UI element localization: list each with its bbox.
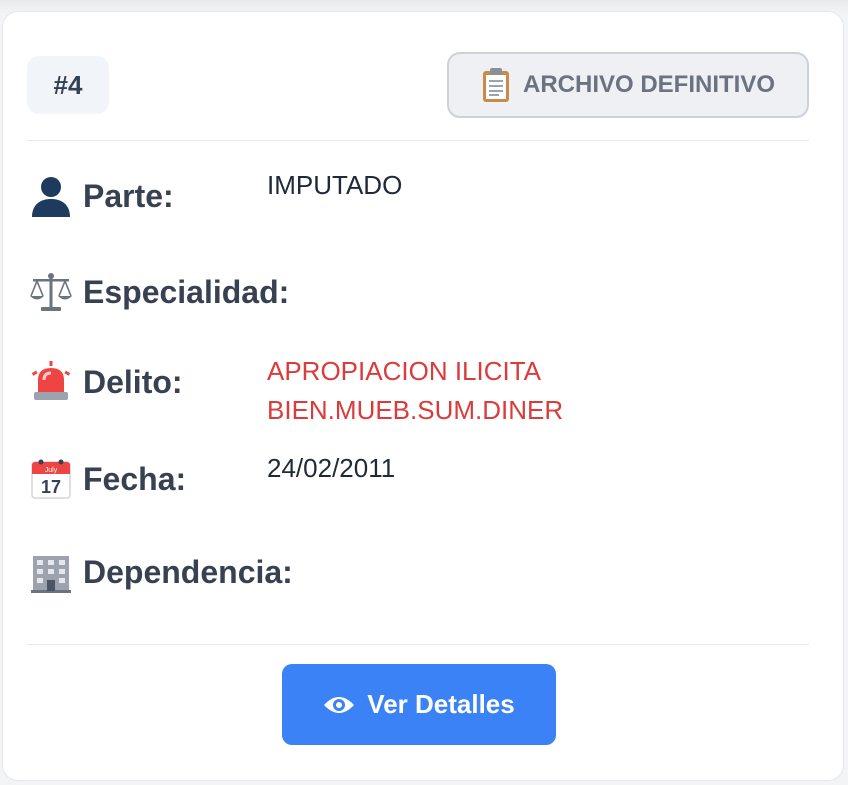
field-label: Parte: bbox=[83, 178, 174, 214]
siren-icon bbox=[31, 361, 71, 400]
field-label: Especialidad: bbox=[83, 274, 290, 310]
footer-divider bbox=[27, 644, 809, 645]
calendar-month: July bbox=[45, 467, 58, 474]
case-number-badge: #4 bbox=[27, 56, 109, 114]
calendar-day: 17 bbox=[41, 477, 61, 497]
field-label: Delito: bbox=[83, 364, 183, 400]
eye-icon bbox=[324, 696, 355, 713]
status-badge: ARCHIVO DEFINITIVO bbox=[447, 52, 809, 118]
building-icon bbox=[31, 556, 71, 593]
field-value: APROPIACION ILICITA BIEN.MUEB.SUM.DINER bbox=[267, 352, 563, 430]
field-value: IMPUTADO bbox=[267, 170, 403, 200]
calendar-icon: July 17 bbox=[31, 459, 71, 499]
delito-line-1: APROPIACION ILICITA bbox=[267, 356, 542, 386]
case-card: #4 ARCHIVO DEFINITIVO Parte: IMPUTADO Es… bbox=[2, 11, 844, 781]
header-divider bbox=[27, 140, 809, 141]
scales-icon bbox=[30, 273, 72, 311]
clipboard-icon bbox=[482, 68, 509, 102]
field-label: Dependencia: bbox=[83, 554, 293, 590]
ver-detalles-label: Ver Detalles bbox=[367, 689, 515, 719]
ver-detalles-button[interactable]: Ver Detalles bbox=[282, 664, 556, 745]
field-value: 24/02/2011 bbox=[267, 453, 396, 483]
status-label: ARCHIVO DEFINITIVO bbox=[522, 71, 775, 98]
person-icon bbox=[32, 177, 70, 217]
delito-line-2: BIEN.MUEB.SUM.DINER bbox=[267, 395, 564, 425]
card-header: #4 ARCHIVO DEFINITIVO bbox=[27, 52, 809, 118]
field-label: Fecha: bbox=[83, 461, 187, 497]
